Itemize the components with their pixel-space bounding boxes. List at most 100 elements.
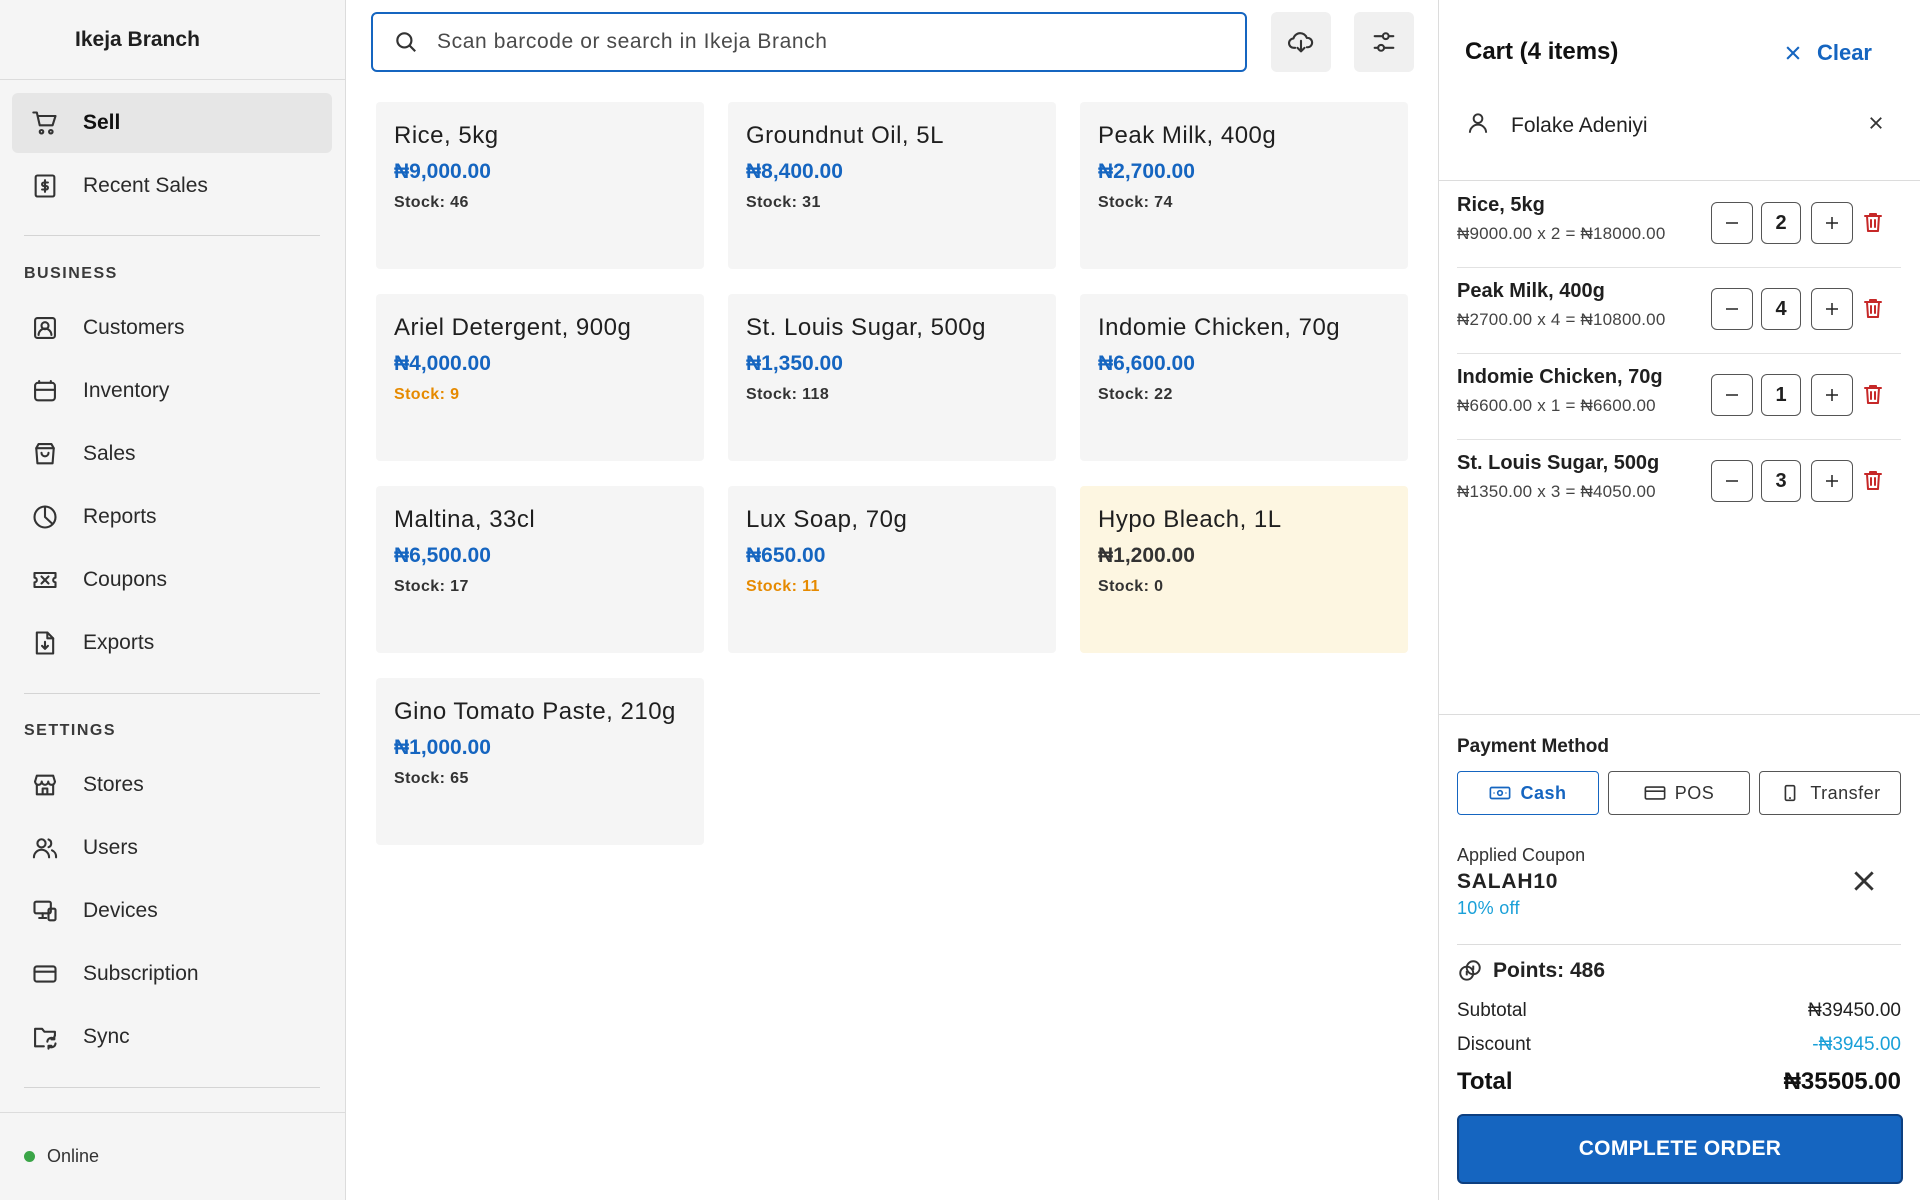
- increase-qty-button[interactable]: [1811, 202, 1853, 244]
- product-price: ₦2,700.00: [1098, 160, 1195, 183]
- product-price: ₦8,400.00: [746, 160, 843, 183]
- product-card[interactable]: Indomie Chicken, 70g ₦6,600.00 Stock: 22: [1080, 294, 1408, 461]
- product-card[interactable]: Maltina, 33cl ₦6,500.00 Stock: 17: [376, 486, 704, 653]
- nav-recent-sales[interactable]: Recent Sales: [12, 156, 332, 216]
- decrease-qty-button[interactable]: [1711, 288, 1753, 330]
- cart-item: St. Louis Sugar, 500g ₦1350.00 x 3 = ₦40…: [1457, 440, 1901, 526]
- total-label: Total: [1457, 1068, 1513, 1095]
- product-name: Ariel Detergent, 900g: [394, 314, 632, 341]
- divider: [24, 1087, 320, 1088]
- product-price: ₦1,350.00: [746, 352, 843, 375]
- search-input[interactable]: [437, 30, 1197, 54]
- payment-transfer-button[interactable]: Transfer: [1759, 771, 1901, 815]
- total-row: Total ₦35505.00: [1457, 1068, 1901, 1096]
- trash-icon: [1864, 385, 1882, 404]
- product-card[interactable]: Ariel Detergent, 900g ₦4,000.00 Stock: 9: [376, 294, 704, 461]
- decrease-qty-button[interactable]: [1711, 460, 1753, 502]
- product-name: Indomie Chicken, 70g: [1098, 314, 1341, 341]
- nav-coupons[interactable]: Coupons: [12, 550, 332, 610]
- remove-item-button[interactable]: [1861, 382, 1885, 411]
- product-card[interactable]: Rice, 5kg ₦9,000.00 Stock: 46: [376, 102, 704, 269]
- product-card-out-of-stock[interactable]: Hypo Bleach, 1L ₦1,200.00 Stock: 0: [1080, 486, 1408, 653]
- minus-icon: [1726, 394, 1738, 396]
- payment-pos-button[interactable]: POS: [1608, 771, 1750, 815]
- quantity-value[interactable]: 4: [1761, 288, 1801, 330]
- product-price: ₦4,000.00: [394, 352, 491, 375]
- nav-sync[interactable]: Sync: [12, 1007, 332, 1067]
- nav-sell-label: Sell: [83, 111, 121, 134]
- nav-reports[interactable]: Reports: [12, 487, 332, 547]
- cash-icon: [1490, 786, 1511, 800]
- remove-item-button[interactable]: [1861, 468, 1885, 497]
- total-value: ₦35505.00: [1783, 1068, 1901, 1095]
- remove-item-button[interactable]: [1861, 210, 1885, 239]
- search-bar[interactable]: [371, 12, 1247, 72]
- nav-devices[interactable]: Devices: [12, 881, 332, 941]
- nav-subscription[interactable]: Subscription: [12, 944, 332, 1004]
- complete-order-button[interactable]: COMPLETE ORDER: [1457, 1114, 1903, 1184]
- nav-exports[interactable]: Exports: [12, 613, 332, 673]
- product-name: Peak Milk, 400g: [1098, 122, 1277, 149]
- product-card[interactable]: Lux Soap, 70g ₦650.00 Stock: 11: [728, 486, 1056, 653]
- product-stock-low: Stock: 9: [394, 386, 460, 403]
- nav-sales[interactable]: Sales: [12, 424, 332, 484]
- product-name: Rice, 5kg: [394, 122, 499, 149]
- customer-name: Folake Adeniyi: [1511, 114, 1648, 137]
- clear-cart-button[interactable]: Clear: [1783, 40, 1872, 66]
- customer-icon: [30, 313, 60, 343]
- cloud-download-button[interactable]: [1271, 12, 1331, 72]
- nav-sync-label: Sync: [83, 1025, 130, 1048]
- remove-customer-button[interactable]: [1867, 114, 1885, 138]
- increase-qty-button[interactable]: [1811, 288, 1853, 330]
- product-name: Maltina, 33cl: [394, 506, 536, 533]
- product-price: ₦1,200.00: [1098, 544, 1195, 567]
- nav-sell[interactable]: Sell: [12, 93, 332, 153]
- divider: [1439, 180, 1920, 181]
- bag-icon: [30, 439, 60, 469]
- ticket-icon: [30, 565, 60, 595]
- payment-cash-button[interactable]: Cash: [1457, 771, 1599, 815]
- selected-customer[interactable]: Folake Adeniyi: [1465, 108, 1885, 144]
- nav-stores[interactable]: Stores: [12, 755, 332, 815]
- cart-item-name: St. Louis Sugar, 500g: [1457, 452, 1660, 474]
- search-icon: [396, 32, 416, 52]
- product-name: Gino Tomato Paste, 210g: [394, 698, 676, 725]
- nav-users[interactable]: Users: [12, 818, 332, 878]
- plus-icon: [1826, 217, 1838, 229]
- sidebar: Ikeja Branch Sell Recent Sales BUSINESS …: [0, 0, 346, 1200]
- payment-transfer-label: Transfer: [1810, 782, 1881, 803]
- product-card[interactable]: Peak Milk, 400g ₦2,700.00 Stock: 74: [1080, 102, 1408, 269]
- quantity-value[interactable]: 1: [1761, 374, 1801, 416]
- product-price: ₦6,600.00: [1098, 352, 1195, 375]
- product-card[interactable]: Gino Tomato Paste, 210g ₦1,000.00 Stock:…: [376, 678, 704, 845]
- decrease-qty-button[interactable]: [1711, 374, 1753, 416]
- coupon-discount: 10% off: [1457, 898, 1520, 918]
- remove-item-button[interactable]: [1861, 296, 1885, 325]
- discount-value: -₦3945.00: [1812, 1034, 1901, 1055]
- remove-coupon-button[interactable]: [1851, 868, 1877, 899]
- nav-customers[interactable]: Customers: [12, 298, 332, 358]
- product-card[interactable]: St. Louis Sugar, 500g ₦1,350.00 Stock: 1…: [728, 294, 1056, 461]
- nav-users-label: Users: [83, 836, 138, 859]
- quantity-value[interactable]: 2: [1761, 202, 1801, 244]
- product-name: Groundnut Oil, 5L: [746, 122, 944, 149]
- sync-folder-icon: [30, 1022, 60, 1052]
- decrease-qty-button[interactable]: [1711, 202, 1753, 244]
- product-stock-low: Stock: 11: [746, 578, 820, 595]
- devices-icon: [30, 896, 60, 926]
- trash-icon: [1864, 471, 1882, 490]
- increase-qty-button[interactable]: [1811, 460, 1853, 502]
- online-status-dot: [24, 1151, 35, 1162]
- trash-icon: [1864, 213, 1882, 232]
- quantity-value[interactable]: 3: [1761, 460, 1801, 502]
- nav-inventory[interactable]: Inventory: [12, 361, 332, 421]
- cart-item-name: Rice, 5kg: [1457, 194, 1545, 216]
- product-name: Lux Soap, 70g: [746, 506, 908, 533]
- product-stock: Stock: 74: [1098, 194, 1173, 211]
- section-settings: SETTINGS: [24, 722, 117, 739]
- increase-qty-button[interactable]: [1811, 374, 1853, 416]
- product-card[interactable]: Groundnut Oil, 5L ₦8,400.00 Stock: 31: [728, 102, 1056, 269]
- filter-settings-button[interactable]: [1354, 12, 1414, 72]
- product-name: Hypo Bleach, 1L: [1098, 506, 1282, 533]
- sliders-icon: [1373, 32, 1395, 52]
